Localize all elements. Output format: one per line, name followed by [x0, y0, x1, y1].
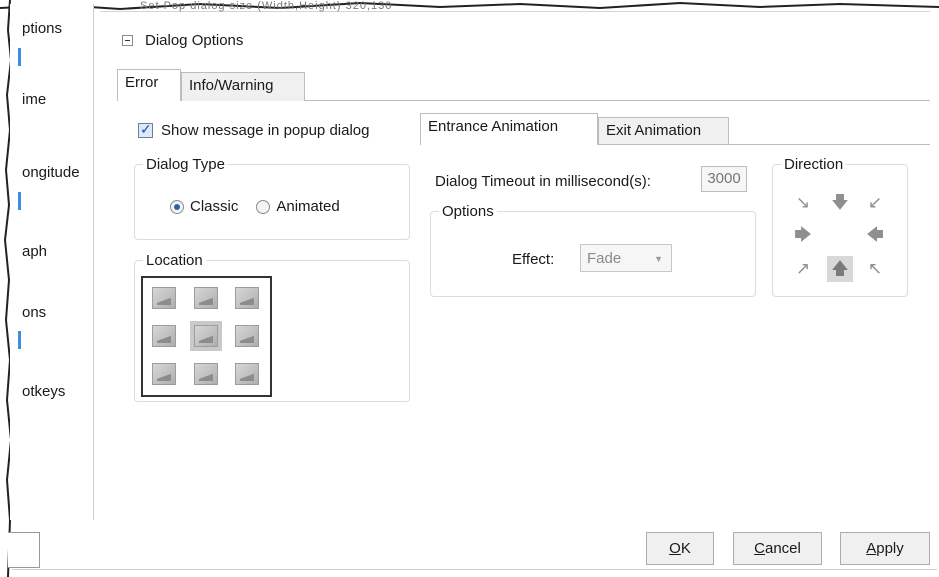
sidebar-item-label: ongitude — [22, 164, 80, 181]
arrow-glyph: 🡇 — [831, 193, 849, 213]
cancel-mnemonic: C — [754, 540, 765, 557]
bottom-separator — [12, 569, 937, 570]
apply-label: pply — [876, 540, 904, 557]
cancel-button[interactable]: Cancel — [733, 532, 822, 565]
arrow-up-left-icon[interactable]: ↖ — [864, 258, 886, 280]
sidebar-item-label: ons — [22, 304, 47, 321]
direction-legend: Direction — [784, 156, 844, 173]
dialog-options-header[interactable]: Dialog Options — [122, 32, 243, 49]
arrow-right-icon[interactable]: 🡆 — [792, 224, 814, 246]
tab-label: Error — [125, 74, 159, 91]
animated-radio[interactable] — [256, 199, 271, 214]
effect-value: Fade — [587, 250, 622, 267]
sidebar-item-hotkeys[interactable]: otkeys — [22, 383, 65, 400]
show-popup-checkbox-row[interactable]: Show message in popup dialog — [138, 121, 370, 139]
arrow-up-icon[interactable]: 🡅 — [827, 256, 853, 282]
arrow-glyph: 🡄 — [866, 225, 884, 245]
show-popup-checkbox[interactable] — [138, 121, 153, 138]
location-cell-bottom-left[interactable] — [152, 363, 176, 385]
apply-mnemonic: A — [866, 540, 877, 557]
location-cell-center[interactable] — [190, 321, 222, 351]
chevron-down-icon: ▼ — [654, 254, 663, 264]
sidebar-item-label: otkeys — [22, 383, 66, 400]
arrow-glyph: ↗ — [795, 259, 811, 279]
sidebar-item-longitude[interactable]: ongitude — [22, 164, 80, 181]
sidebar-item-label: aph — [22, 243, 48, 260]
cut-off-setting-text: Set Pop dialog size (Width,Height) 320,1… — [140, 0, 393, 12]
location-cell-top-center[interactable] — [194, 287, 218, 309]
ok-button[interactable]: OK — [646, 532, 714, 565]
timeout-input[interactable]: 3000 — [701, 166, 747, 192]
sidebar-item-label: ime — [22, 91, 47, 108]
sidebar-item-label: ptions — [22, 20, 63, 37]
arrow-glyph: ↙ — [867, 193, 883, 213]
tab-info-warning[interactable]: Info/Warning — [181, 72, 305, 101]
sidebar-selection-marker — [18, 48, 21, 66]
effect-label: Effect: — [512, 251, 555, 268]
arrow-left-icon[interactable]: 🡄 — [864, 224, 886, 246]
arrow-down-right-icon[interactable]: ↘ — [792, 192, 814, 214]
timeout-label: Dialog Timeout in millisecond(s): — [435, 173, 651, 190]
dialog-type-legend: Dialog Type — [146, 156, 225, 173]
location-grid — [141, 276, 272, 397]
location-cell-top-right[interactable] — [235, 287, 259, 309]
location-cell-top-left[interactable] — [152, 287, 176, 309]
sidebar-item-options-2[interactable]: ons — [22, 304, 46, 321]
arrow-glyph: 🡅 — [831, 259, 849, 279]
classic-label: Classic — [190, 198, 239, 215]
tab-label: Entrance Animation — [428, 118, 559, 135]
arrow-glyph: ↘ — [795, 193, 811, 213]
arrow-down-left-icon[interactable]: ↙ — [864, 192, 886, 214]
tab-label: Exit Animation — [606, 122, 702, 139]
location-cell-middle-left[interactable] — [152, 325, 176, 347]
tab-entrance-animation[interactable]: Entrance Animation — [420, 113, 598, 145]
ok-mnemonic: O — [669, 540, 681, 557]
sidebar: ptions ime ongitude aph ons otkeys — [10, 4, 94, 520]
show-popup-label: Show message in popup dialog — [161, 122, 370, 139]
partial-input-box[interactable] — [8, 532, 40, 568]
tab-exit-animation[interactable]: Exit Animation — [598, 117, 729, 144]
sidebar-selection-marker — [18, 192, 21, 210]
section-title: Dialog Options — [145, 32, 244, 49]
effect-select[interactable]: Fade ▼ — [580, 244, 672, 272]
sidebar-selection-marker — [18, 331, 21, 349]
arrow-up-right-icon[interactable]: ↗ — [792, 258, 814, 280]
tab-error[interactable]: Error — [117, 69, 181, 101]
ok-label: K — [680, 540, 691, 557]
tab-label: Info/Warning — [189, 77, 274, 94]
sidebar-item-time[interactable]: ime — [22, 91, 46, 108]
sidebar-item-graph[interactable]: aph — [22, 243, 47, 260]
sidebar-item-options[interactable]: ptions — [22, 20, 62, 37]
cut-off-setting-row: Set Pop dialog size (Width,Height) 320,1… — [100, 0, 930, 12]
arrow-glyph: ↖ — [867, 259, 883, 279]
apply-button[interactable]: Apply — [840, 532, 930, 565]
collapse-minus-icon[interactable] — [122, 35, 133, 46]
arrow-down-icon[interactable]: 🡇 — [829, 192, 851, 214]
animated-label: Animated — [276, 198, 340, 215]
options-legend: Options — [442, 203, 494, 220]
classic-radio[interactable] — [170, 199, 184, 214]
location-cell-bottom-right[interactable] — [235, 363, 259, 385]
arrow-glyph: 🡆 — [794, 225, 812, 245]
location-cell-middle-right[interactable] — [235, 325, 259, 347]
cancel-label: ancel — [764, 540, 801, 557]
location-cell-bottom-center[interactable] — [194, 363, 218, 385]
dialog-type-options: Classic Animated — [170, 198, 340, 215]
location-legend: Location — [146, 252, 203, 269]
